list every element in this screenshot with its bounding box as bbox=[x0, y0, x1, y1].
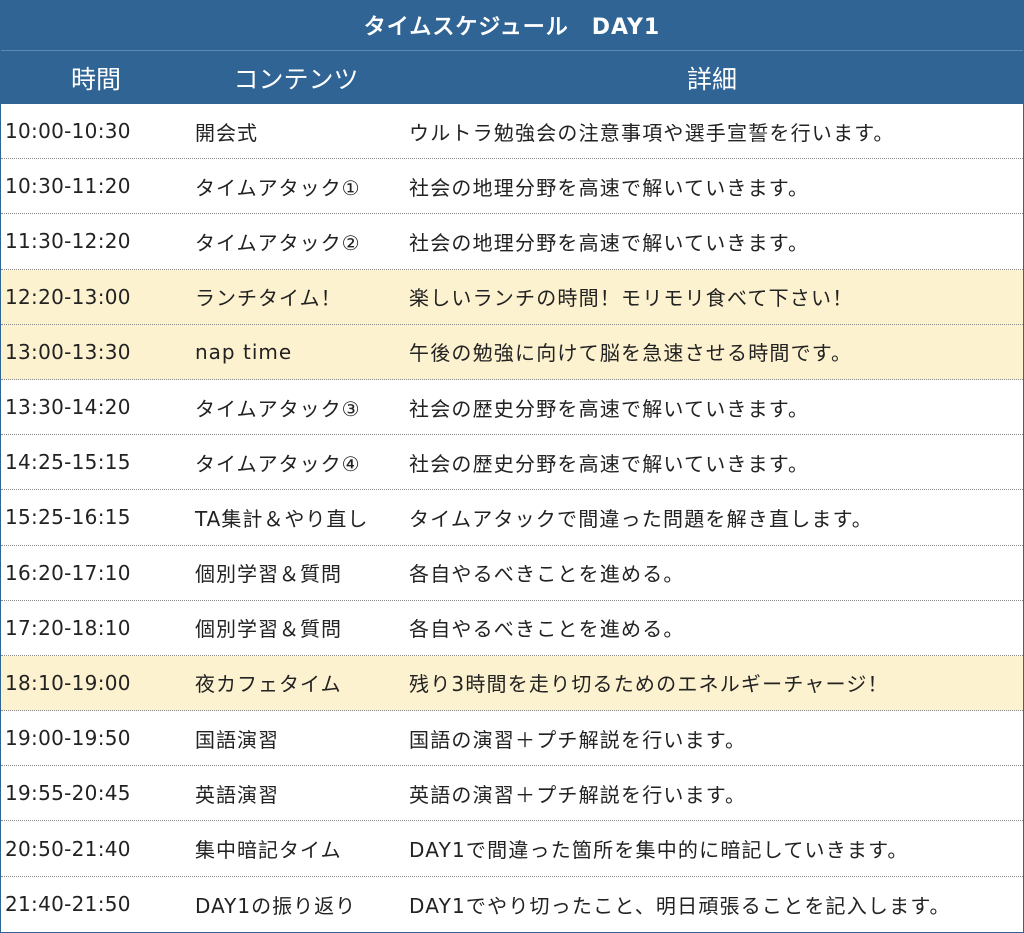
detail-cell: DAY1で間違った箇所を集中的に暗記していきます。 bbox=[409, 838, 909, 863]
time-cell: 13:30-14:20 bbox=[5, 395, 131, 420]
content-cell: nap time bbox=[195, 339, 293, 364]
table-row: 10:00-10:30 開会式 ウルトラ勉強会の注意事項や選手宣誓を行います。 bbox=[1, 104, 1023, 160]
table-row: 14:25-15:15 タイムアタック④ 社会の歴史分野を高速で解いていきます。 bbox=[1, 435, 1023, 491]
content-cell: ランチタイム！ bbox=[195, 286, 342, 311]
detail-cell: 社会の歴史分野を高速で解いていきます。 bbox=[409, 396, 810, 421]
detail-cell: タイムアタックで間違った問題を解き直します。 bbox=[409, 506, 873, 531]
time-cell: 10:00-10:30 bbox=[5, 119, 131, 144]
table-row: 19:00-19:50 国語演習 国語の演習＋プチ解説を行います。 bbox=[1, 711, 1023, 767]
content-cell: 集中暗記タイム bbox=[195, 838, 342, 863]
detail-cell: 社会の地理分野を高速で解いていきます。 bbox=[409, 175, 810, 200]
time-cell: 15:25-16:15 bbox=[5, 505, 131, 530]
table-row: 19:55-20:45 英語演習 英語の演習＋プチ解説を行います。 bbox=[1, 766, 1023, 822]
detail-cell: ウルトラ勉強会の注意事項や選手宣誓を行います。 bbox=[409, 120, 895, 145]
detail-cell: 国語の演習＋プチ解説を行います。 bbox=[409, 727, 747, 752]
column-header-row: 時間 コンテンツ 詳細 bbox=[1, 51, 1023, 104]
table-row: 10:30-11:20 タイムアタック① 社会の地理分野を高速で解いていきます。 bbox=[1, 159, 1023, 215]
column-header-time: 時間 bbox=[70, 64, 121, 94]
content-cell: タイムアタック② bbox=[195, 230, 361, 255]
column-header-content: コンテンツ bbox=[233, 64, 359, 94]
schedule-rows: 10:00-10:30 開会式 ウルトラ勉強会の注意事項や選手宣誓を行います。 10:… bbox=[1, 104, 1023, 932]
time-cell: 21:40-21:50 bbox=[5, 892, 131, 917]
content-cell: 開会式 bbox=[195, 120, 258, 145]
table-row: 13:30-14:20 タイムアタック③ 社会の歴史分野を高速で解いていきます。 bbox=[1, 379, 1023, 436]
content-cell: タイムアタック④ bbox=[195, 451, 361, 476]
schedule-title: タイムスケジュール DAY1 bbox=[1, 0, 1023, 51]
time-cell: 20:50-21:40 bbox=[5, 836, 131, 861]
time-cell: 13:00-13:30 bbox=[5, 339, 131, 364]
detail-cell: DAY1でやり切ったこと、明日頑張ることを記入します。 bbox=[409, 893, 951, 918]
table-row: 20:50-21:40 集中暗記タイム DAY1で間違った箇所を集中的に暗記していき… bbox=[1, 821, 1023, 877]
schedule-table: タイムスケジュール DAY1 時間 コンテンツ 詳細 10:00-10:30 開会… bbox=[0, 0, 1024, 933]
time-cell: 12:20-13:00 bbox=[5, 284, 131, 309]
table-row: 15:25-16:15 TA集計＆やり直し タイムアタックで間違った問題を解き直しま… bbox=[1, 490, 1023, 546]
content-cell: 夜カフェタイム bbox=[195, 672, 342, 697]
detail-cell: 楽しいランチの時間！モリモリ食べて下さい！ bbox=[409, 286, 854, 311]
time-cell: 11:30-12:20 bbox=[5, 229, 131, 254]
table-row: 11:30-12:20 タイムアタック② 社会の地理分野を高速で解いていきます。 bbox=[1, 214, 1023, 270]
content-cell: タイムアタック① bbox=[195, 175, 361, 200]
time-cell: 19:55-20:45 bbox=[5, 781, 131, 806]
content-cell: DAY1の振り返り bbox=[195, 893, 357, 918]
time-cell: 17:20-18:10 bbox=[5, 615, 131, 640]
content-cell: 個別学習＆質問 bbox=[195, 562, 342, 587]
column-header-detail: 詳細 bbox=[686, 64, 737, 94]
table-row: 13:00-13:30 nap time 午後の勉強に向けて脳を急速させる時間です。 bbox=[1, 324, 1023, 380]
content-cell: 個別学習＆質問 bbox=[195, 617, 342, 642]
detail-cell: 残り3時間を走り切るためのエネルギーチャージ！ bbox=[409, 672, 889, 697]
detail-cell: 社会の歴史分野を高速で解いていきます。 bbox=[409, 451, 810, 476]
time-cell: 10:30-11:20 bbox=[5, 174, 131, 199]
table-row: 12:20-13:00 ランチタイム！ 楽しいランチの時間！モリモリ食べて下さい！ bbox=[1, 269, 1023, 325]
table-row: 18:10-19:00 夜カフェタイム 残り3時間を走り切るためのエネルギーチャージ… bbox=[1, 655, 1023, 712]
table-row: 16:20-17:10 個別学習＆質問 各自やるべきことを進める。 bbox=[1, 545, 1023, 601]
table-row: 17:20-18:10 個別学習＆質問 各自やるべきことを進める。 bbox=[1, 600, 1023, 656]
content-cell: TA集計＆やり直し bbox=[195, 506, 369, 531]
detail-cell: 英語の演習＋プチ解説を行います。 bbox=[409, 782, 747, 807]
table-row: 21:40-21:50 DAY1の振り返り DAY1でやり切ったこと、明日頑張ること… bbox=[1, 876, 1023, 932]
content-cell: タイムアタック③ bbox=[195, 396, 361, 421]
time-cell: 14:25-15:15 bbox=[5, 450, 131, 475]
detail-cell: 社会の地理分野を高速で解いていきます。 bbox=[409, 230, 810, 255]
content-cell: 国語演習 bbox=[195, 727, 279, 752]
content-cell: 英語演習 bbox=[195, 782, 279, 807]
time-cell: 16:20-17:10 bbox=[5, 560, 131, 585]
detail-cell: 午後の勉強に向けて脳を急速させる時間です。 bbox=[409, 341, 853, 366]
detail-cell: 各自やるべきことを進める。 bbox=[409, 617, 685, 642]
time-cell: 18:10-19:00 bbox=[5, 670, 131, 695]
detail-cell: 各自やるべきことを進める。 bbox=[409, 562, 685, 587]
time-cell: 19:00-19:50 bbox=[5, 726, 131, 751]
